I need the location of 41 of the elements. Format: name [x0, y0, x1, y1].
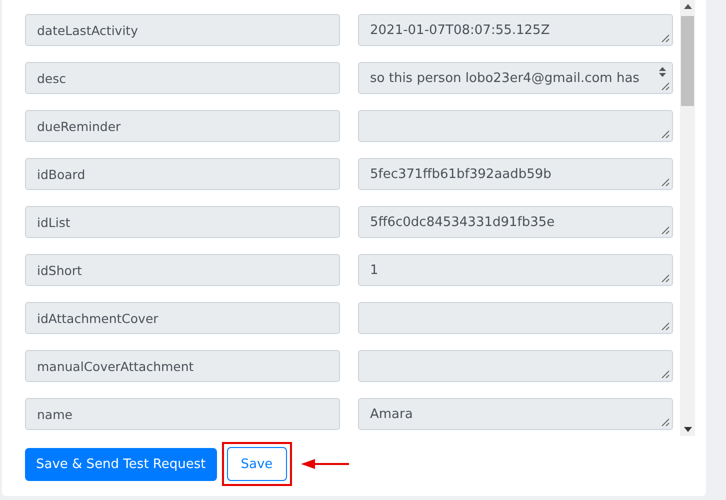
resize-grip-icon[interactable] [661, 34, 670, 43]
field-name-input[interactable]: idBoard [25, 158, 340, 190]
field-value-text: Amara [370, 406, 413, 422]
field-value-textarea[interactable]: 5ff6c0dc84534331d91fb35e [358, 206, 673, 238]
field-value-textarea[interactable] [358, 350, 673, 382]
scroll-down-arrow-icon[interactable] [684, 427, 692, 432]
field-value-text: so this person lobo23er4@gmail.com has [370, 70, 640, 86]
field-value-text: 5ff6c0dc84534331d91fb35e [370, 214, 555, 230]
field-value-textarea[interactable]: so this person lobo23er4@gmail.com has [358, 62, 673, 94]
resize-grip-icon[interactable] [661, 178, 670, 187]
field-name-input[interactable]: desc [25, 62, 340, 94]
field-value-text: 2021-01-07T08:07:55.125Z [370, 22, 550, 38]
field-value-textarea[interactable] [358, 302, 673, 334]
field-name-input[interactable]: idAttachmentCover [25, 302, 340, 334]
field-name-input[interactable]: dateLastActivity [25, 14, 340, 46]
field-value-textarea[interactable]: 5fec371ffb61bf392aadb59b [358, 158, 673, 190]
resize-grip-icon[interactable] [661, 274, 670, 283]
save-send-test-request-button[interactable]: Save & Send Test Request [25, 448, 217, 480]
resize-grip-icon[interactable] [661, 418, 670, 427]
field-name-input[interactable]: manualCoverAttachment [25, 350, 340, 382]
scroll-up-arrow-icon[interactable] [684, 4, 692, 9]
field-value-textarea[interactable] [358, 110, 673, 142]
field-value-textarea[interactable]: 2021-01-07T08:07:55.125Z [358, 14, 673, 46]
field-name-input[interactable]: idList [25, 206, 340, 238]
arrow-icon [300, 459, 349, 469]
field-value-text: 5fec371ffb61bf392aadb59b [370, 166, 552, 182]
resize-grip-icon[interactable] [661, 322, 670, 331]
field-name-input[interactable]: idShort [25, 254, 340, 286]
field-value-textarea[interactable]: 1 [358, 254, 673, 286]
field-name-input[interactable]: name [25, 398, 340, 430]
field-name-input[interactable]: dueReminder [25, 110, 340, 142]
resize-grip-icon[interactable] [661, 226, 670, 235]
save-button[interactable]: Save [226, 447, 287, 481]
spinner-arrows-icon[interactable] [658, 66, 667, 78]
field-value-text: 1 [370, 262, 378, 278]
resize-grip-icon[interactable] [661, 82, 670, 91]
field-value-textarea[interactable]: Amara [358, 398, 673, 430]
resize-grip-icon[interactable] [661, 130, 670, 139]
resize-grip-icon[interactable] [661, 370, 670, 379]
scrollbar[interactable] [680, 0, 695, 436]
scrollbar-thumb[interactable] [681, 16, 694, 106]
